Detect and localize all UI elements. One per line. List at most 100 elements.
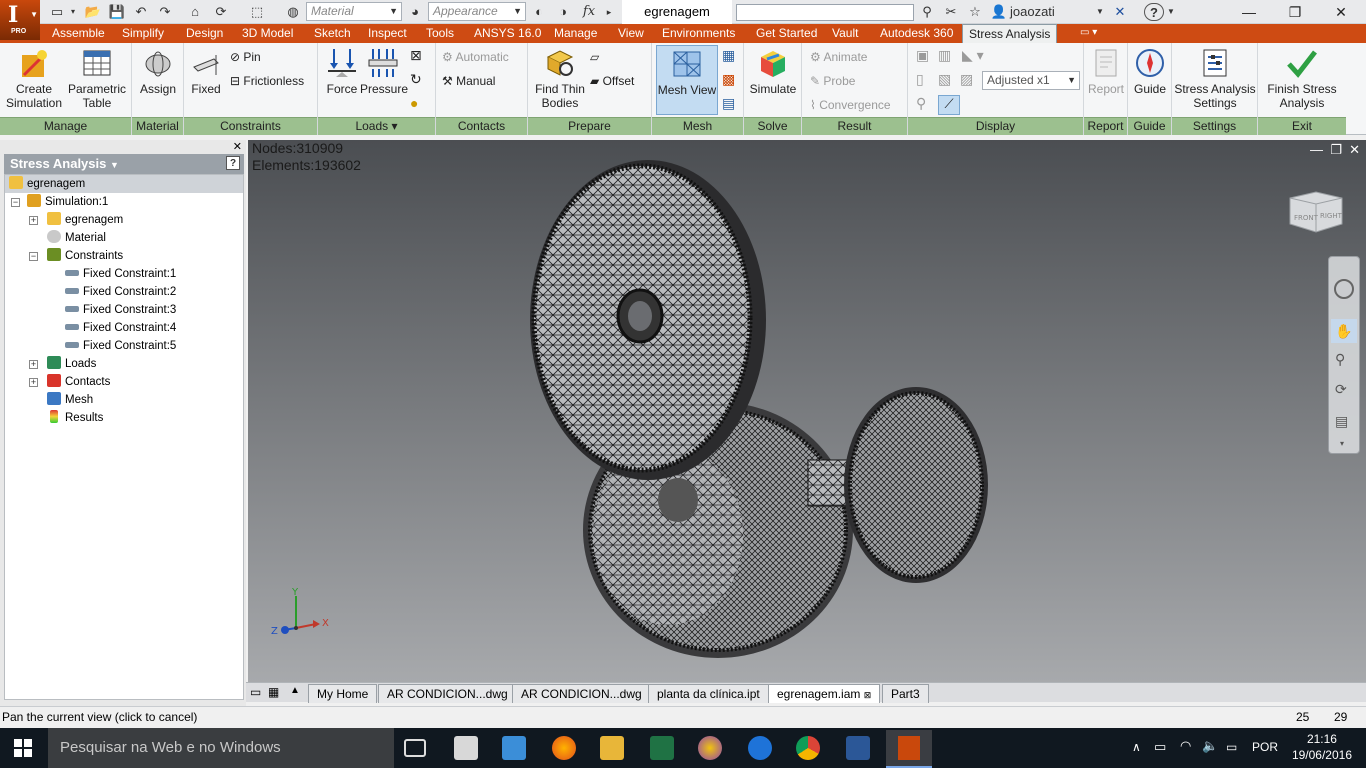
show-hidden-icons-icon[interactable]: ∧ bbox=[1132, 740, 1141, 754]
force-button[interactable]: Force bbox=[322, 47, 362, 96]
taskbar-search-input[interactable]: Pesquisar na Web e no Windows bbox=[48, 728, 394, 768]
update-icon[interactable]: ⟳ bbox=[210, 3, 232, 21]
tree-node-material[interactable]: Material bbox=[47, 229, 106, 247]
browser-header[interactable]: Stress Analysis ▼ ? bbox=[4, 154, 244, 174]
appearance-combo[interactable]: Appearance ▼ bbox=[428, 2, 526, 21]
firefox-icon[interactable] bbox=[552, 736, 576, 760]
star-favorites-icon[interactable]: ☆ bbox=[966, 3, 984, 21]
tab-view[interactable]: View bbox=[612, 24, 650, 43]
doc-tab-ar-condicion-1[interactable]: AR CONDICION...dwg bbox=[378, 684, 517, 703]
windows-start-icon[interactable] bbox=[14, 739, 32, 757]
graphics-viewport[interactable]: Nodes:310909 Elements:193602 — ❐ ✕ FRONT… bbox=[248, 140, 1366, 682]
taskbar-clock[interactable]: 21:16 19/06/2016 bbox=[1292, 731, 1352, 763]
material-combo[interactable]: Material ▼ bbox=[306, 2, 402, 21]
tree-node-root[interactable]: egrenagem bbox=[5, 175, 243, 193]
mesh-settings-icon[interactable]: ▦ bbox=[722, 47, 735, 63]
redo-icon[interactable]: ↷ bbox=[156, 3, 174, 21]
boundary-icon[interactable]: ▨ bbox=[960, 71, 973, 87]
side-by-side-icon[interactable]: ▥ bbox=[938, 47, 951, 63]
save-icon[interactable]: 💾 bbox=[108, 3, 126, 21]
guide-button[interactable]: Guide bbox=[1130, 47, 1170, 96]
tree-node-mesh[interactable]: Mesh bbox=[47, 391, 93, 409]
ribbon-options-icon[interactable]: ▭ ▾ bbox=[1074, 24, 1103, 43]
task-view-icon[interactable] bbox=[404, 739, 426, 757]
color-override-icon[interactable]: ◍ bbox=[284, 3, 302, 21]
minimize-icon[interactable]: — bbox=[1226, 0, 1272, 24]
pressure-button[interactable]: Pressure bbox=[360, 47, 408, 96]
undo-icon[interactable]: ↶ bbox=[132, 3, 150, 21]
tab-sketch[interactable]: Sketch bbox=[308, 24, 357, 43]
collapse-icon[interactable]: − bbox=[11, 198, 20, 207]
automatic-contacts-button[interactable]: ⚙ Automatic bbox=[442, 49, 509, 65]
new-dropdown-icon[interactable]: ▾ bbox=[68, 3, 78, 21]
tree-node-assembly[interactable]: egrenagem bbox=[47, 211, 123, 229]
clear-appearance-icon[interactable]: ◑ bbox=[554, 3, 572, 21]
pin-constraint-button[interactable]: ⊘ Pin bbox=[230, 49, 261, 65]
collapse-icon[interactable]: − bbox=[29, 252, 38, 261]
tab-environments[interactable]: Environments bbox=[656, 24, 741, 43]
mesh-view-button[interactable]: Mesh View bbox=[656, 45, 718, 115]
doc-tab-my-home[interactable]: My Home bbox=[308, 684, 378, 703]
user-dropdown-icon[interactable]: ▼ bbox=[1094, 3, 1106, 21]
finish-stress-analysis-button[interactable]: Finish Stress Analysis bbox=[1260, 47, 1344, 110]
tree-node-loads[interactable]: Loads bbox=[47, 355, 96, 373]
contour-icon[interactable]: ▧ bbox=[938, 71, 951, 87]
application-menu-button[interactable]: I PRO ▼ bbox=[0, 0, 40, 40]
panel-label-loads[interactable]: Loads ▾ bbox=[318, 117, 435, 135]
bearing-load-icon[interactable]: ⊠ bbox=[410, 47, 422, 63]
user-name[interactable]: joaozati bbox=[1010, 3, 1055, 21]
tab-vault[interactable]: Vault bbox=[826, 24, 864, 43]
tab-assemble[interactable]: Assemble bbox=[46, 24, 111, 43]
home-icon[interactable]: ⌂ bbox=[186, 3, 204, 21]
offset-button[interactable]: ▰ Offset bbox=[590, 73, 634, 89]
midsurface-icon[interactable]: ▱ bbox=[590, 49, 599, 65]
expand-icon[interactable]: + bbox=[29, 378, 38, 387]
doc-tab-egrenagem[interactable]: egrenagem.iam ⊠ bbox=[768, 684, 881, 703]
tab-get-started[interactable]: Get Started bbox=[750, 24, 823, 43]
convergence-settings-icon[interactable]: ▤ bbox=[722, 95, 735, 111]
exchange-apps-icon[interactable]: ✕ bbox=[1110, 3, 1130, 21]
moment-icon[interactable]: ↻ bbox=[410, 71, 422, 87]
tree-node-fixed-constraint-5[interactable]: Fixed Constraint:5 bbox=[65, 337, 176, 355]
frictionless-constraint-button[interactable]: ⊟ Frictionless bbox=[230, 73, 304, 89]
open-documents-menu-icon[interactable]: ▲ bbox=[290, 685, 300, 696]
language-indicator[interactable]: POR bbox=[1252, 740, 1278, 754]
tab-tools[interactable]: Tools bbox=[420, 24, 460, 43]
maximize-icon[interactable]: ❐ bbox=[1272, 0, 1318, 24]
tree-node-fixed-constraint-1[interactable]: Fixed Constraint:1 bbox=[65, 265, 176, 283]
fx-parameters-icon[interactable]: fx bbox=[580, 3, 598, 21]
help-search-input[interactable] bbox=[736, 4, 914, 21]
excel-icon[interactable] bbox=[650, 736, 674, 760]
assign-material-button[interactable]: Assign bbox=[134, 47, 182, 96]
load-symbols-icon[interactable]: ⚲ bbox=[916, 95, 926, 111]
binoculars-icon[interactable]: ⚲ bbox=[918, 3, 936, 21]
doc-tab-part3[interactable]: Part3 bbox=[882, 684, 929, 703]
find-thin-bodies-button[interactable]: Find Thin Bodies bbox=[530, 47, 590, 110]
show-mesh-toggle-icon[interactable]: ⟋ bbox=[938, 95, 960, 115]
customize-dropdown-icon[interactable]: ▸ bbox=[602, 3, 616, 21]
tab-3d-model[interactable]: 3D Model bbox=[236, 24, 299, 43]
file-explorer-icon[interactable] bbox=[600, 736, 624, 760]
battery-icon[interactable]: ▭ bbox=[1154, 739, 1166, 755]
adjust-appearance-icon[interactable]: ◐ bbox=[530, 3, 548, 21]
close-icon[interactable]: ⊠ bbox=[864, 690, 872, 700]
tree-node-fixed-constraint-2[interactable]: Fixed Constraint:2 bbox=[65, 283, 176, 301]
tab-manage[interactable]: Manage bbox=[548, 24, 603, 43]
inventor-taskbar-button[interactable] bbox=[886, 730, 932, 768]
tree-node-simulation[interactable]: Simulation:1 bbox=[27, 193, 108, 211]
expand-icon[interactable]: + bbox=[29, 360, 38, 369]
cascade-windows-icon[interactable]: ▭ bbox=[250, 685, 261, 699]
open-folder-icon[interactable]: 📂 bbox=[84, 3, 102, 21]
expand-icon[interactable]: + bbox=[29, 216, 38, 225]
edge-icon[interactable] bbox=[748, 736, 772, 760]
local-mesh-control-icon[interactable]: ▩ bbox=[722, 71, 735, 87]
color-bar-icon[interactable]: ◣ ▾ bbox=[962, 47, 984, 63]
close-icon[interactable]: ✕ bbox=[233, 140, 242, 153]
tab-simplify[interactable]: Simplify bbox=[116, 24, 170, 43]
select-icon[interactable]: ⬚ bbox=[246, 3, 268, 21]
chrome-icon[interactable] bbox=[796, 736, 820, 760]
tree-node-fixed-constraint-3[interactable]: Fixed Constraint:3 bbox=[65, 301, 176, 319]
tab-autodesk-360[interactable]: Autodesk 360 bbox=[874, 24, 959, 43]
convergence-button[interactable]: ⌇ Convergence bbox=[810, 97, 891, 113]
subscription-icon[interactable]: ✂ bbox=[942, 3, 960, 21]
